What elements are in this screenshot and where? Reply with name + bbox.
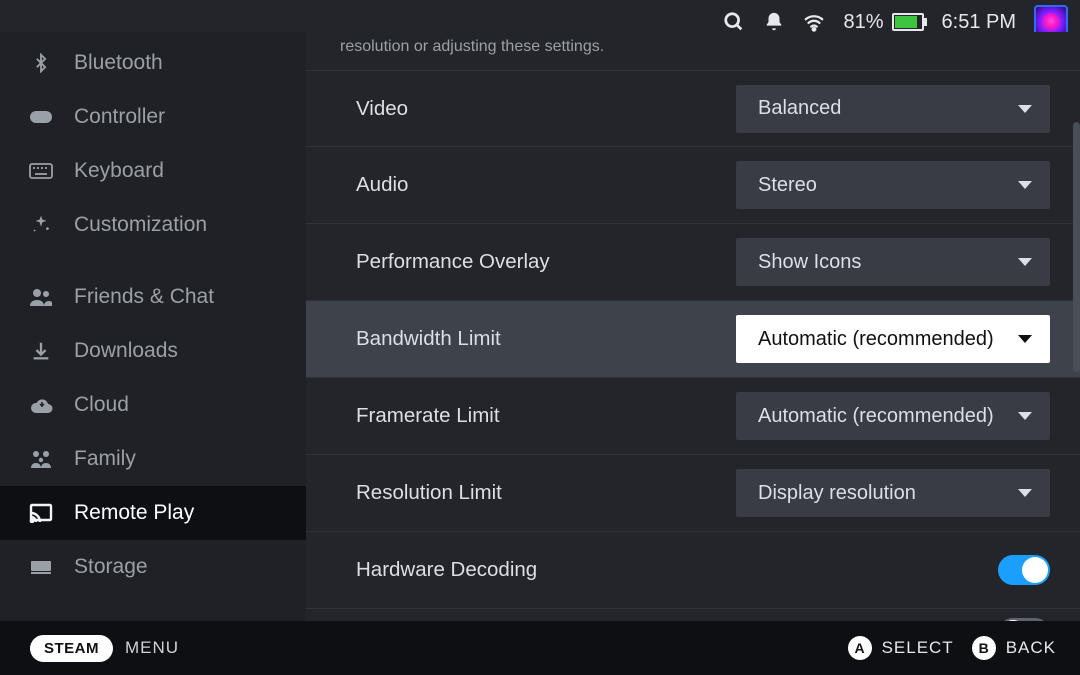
video-label: Video xyxy=(356,97,408,121)
video-dropdown-value: Balanced xyxy=(758,97,841,120)
audio-label: Audio xyxy=(356,173,408,197)
cast-icon xyxy=(28,503,54,523)
sidebar-item-label: Bluetooth xyxy=(74,51,163,75)
resolution-dropdown[interactable]: Display resolution xyxy=(736,469,1050,517)
chevron-down-icon xyxy=(1018,335,1032,343)
sidebar-item-label: Friends & Chat xyxy=(74,285,214,309)
framerate-dropdown[interactable]: Automatic (recommended) xyxy=(736,392,1050,440)
footer-bar: STEAM MENU A SELECT B BACK xyxy=(0,621,1080,675)
wifi-icon[interactable] xyxy=(803,11,825,33)
content-scrollbar[interactable] xyxy=(1073,122,1080,372)
setting-row-framerate: Framerate Limit Automatic (recommended) xyxy=(306,378,1080,455)
framerate-label: Framerate Limit xyxy=(356,404,500,428)
setting-row-touch: Touch Controls xyxy=(306,609,1080,621)
chevron-down-icon xyxy=(1018,412,1032,420)
b-button-label: BACK xyxy=(1006,638,1056,658)
download-icon xyxy=(28,340,54,362)
sidebar-item-family[interactable]: Family xyxy=(0,432,306,486)
steam-button[interactable]: STEAM xyxy=(30,635,113,662)
a-button-label: SELECT xyxy=(882,638,954,658)
gamepad-icon xyxy=(28,108,54,126)
video-dropdown[interactable]: Balanced xyxy=(736,85,1050,133)
sidebar-item-keyboard[interactable]: Keyboard xyxy=(0,144,306,198)
sidebar-item-label: Cloud xyxy=(74,393,129,417)
setting-row-resolution: Resolution Limit Display resolution xyxy=(306,455,1080,532)
audio-dropdown-value: Stereo xyxy=(758,174,817,197)
bluetooth-icon xyxy=(28,53,54,73)
chevron-down-icon xyxy=(1018,181,1032,189)
a-button-hint: A SELECT xyxy=(848,636,954,660)
hwdecode-toggle[interactable] xyxy=(998,555,1050,585)
performance-label: Performance Overlay xyxy=(356,250,550,274)
menu-label: MENU xyxy=(125,638,179,658)
bandwidth-dropdown[interactable]: Automatic (recommended) xyxy=(736,315,1050,363)
keyboard-icon xyxy=(28,163,54,179)
battery-indicator: 81% xyxy=(843,11,923,34)
sidebar-item-customization[interactable]: Customization xyxy=(0,198,306,252)
sidebar-item-remote-play[interactable]: Remote Play xyxy=(0,486,306,540)
family-icon xyxy=(28,449,54,469)
chevron-down-icon xyxy=(1018,105,1032,113)
search-icon[interactable] xyxy=(723,11,745,33)
performance-dropdown[interactable]: Show Icons xyxy=(736,238,1050,286)
setting-row-bandwidth: Bandwidth Limit Automatic (recommended) xyxy=(306,301,1080,378)
content-panel: resolution or adjusting these settings. … xyxy=(306,32,1080,621)
bandwidth-label: Bandwidth Limit xyxy=(356,327,501,351)
sidebar-item-downloads[interactable]: Downloads xyxy=(0,324,306,378)
sidebar-item-storage[interactable]: Storage xyxy=(0,540,306,594)
setting-row-performance: Performance Overlay Show Icons xyxy=(306,224,1080,301)
battery-icon xyxy=(892,13,924,31)
b-button-hint: B BACK xyxy=(972,636,1056,660)
chevron-down-icon xyxy=(1018,258,1032,266)
bell-icon[interactable] xyxy=(763,11,785,33)
hwdecode-label: Hardware Decoding xyxy=(356,558,537,582)
sidebar-item-friends[interactable]: Friends & Chat xyxy=(0,270,306,324)
people-icon xyxy=(28,287,54,307)
sidebar-item-label: Remote Play xyxy=(74,501,194,525)
sidebar-item-label: Storage xyxy=(74,555,148,579)
setting-row-audio: Audio Stereo xyxy=(306,147,1080,224)
sidebar: Bluetooth Controller Keyboard Customization… xyxy=(0,32,306,621)
a-glyph-icon: A xyxy=(848,636,872,660)
resolution-dropdown-value: Display resolution xyxy=(758,482,916,505)
framerate-dropdown-value: Automatic (recommended) xyxy=(758,405,994,428)
battery-percent: 81% xyxy=(843,11,883,34)
chevron-down-icon xyxy=(1018,489,1032,497)
drive-icon xyxy=(28,559,54,575)
sidebar-item-cloud[interactable]: Cloud xyxy=(0,378,306,432)
sidebar-item-label: Keyboard xyxy=(74,159,164,183)
sparkle-icon xyxy=(28,214,54,236)
b-glyph-icon: B xyxy=(972,636,996,660)
setting-row-hwdecode: Hardware Decoding xyxy=(306,532,1080,609)
audio-dropdown[interactable]: Stereo xyxy=(736,161,1050,209)
bandwidth-dropdown-value: Automatic (recommended) xyxy=(758,328,994,351)
cloud-icon xyxy=(28,396,54,414)
sidebar-item-label: Controller xyxy=(74,105,165,129)
sidebar-item-label: Downloads xyxy=(74,339,178,363)
resolution-label: Resolution Limit xyxy=(356,481,502,505)
clock: 6:51 PM xyxy=(942,11,1016,34)
sidebar-item-label: Family xyxy=(74,447,136,471)
content-description: resolution or adjusting these settings. xyxy=(306,32,1080,70)
sidebar-item-bluetooth[interactable]: Bluetooth xyxy=(0,36,306,90)
sidebar-item-label: Customization xyxy=(74,213,207,237)
setting-row-video: Video Balanced xyxy=(306,70,1080,147)
sidebar-item-controller[interactable]: Controller xyxy=(0,90,306,144)
performance-dropdown-value: Show Icons xyxy=(758,251,861,274)
